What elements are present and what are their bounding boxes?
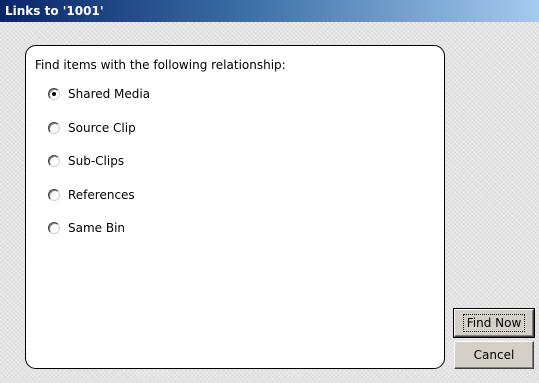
title-bar[interactable]: Links to '1001' [0,0,539,22]
radio-sub-clips[interactable]: Sub-Clips [48,152,124,170]
radio-unselected-icon[interactable] [48,155,60,167]
radio-label-shared-media: Shared Media [68,87,151,101]
find-now-button[interactable]: Find Now [453,308,535,338]
relationship-group: Find items with the following relationsh… [25,45,445,369]
cancel-button-label: Cancel [473,348,515,362]
radio-selected-icon[interactable] [48,88,60,100]
relationship-group-label: Find items with the following relationsh… [35,58,286,72]
radio-source-clip[interactable]: Source Clip [48,119,136,137]
radio-label-same-bin: Same Bin [68,221,126,235]
window-title: Links to '1001' [5,4,104,18]
radio-shared-media[interactable]: Shared Media [48,85,150,103]
find-now-button-label: Find Now [462,314,526,332]
radio-unselected-icon[interactable] [48,189,60,201]
radio-label-references: References [68,188,135,202]
radio-label-source-clip: Source Clip [68,121,136,135]
links-dialog: Links to '1001' Find items with the foll… [0,0,539,383]
radio-references[interactable]: References [48,186,135,204]
cancel-button[interactable]: Cancel [454,341,534,369]
radio-unselected-icon[interactable] [48,222,60,234]
radio-same-bin[interactable]: Same Bin [48,219,125,237]
radio-unselected-icon[interactable] [48,122,60,134]
radio-label-sub-clips: Sub-Clips [68,154,125,168]
